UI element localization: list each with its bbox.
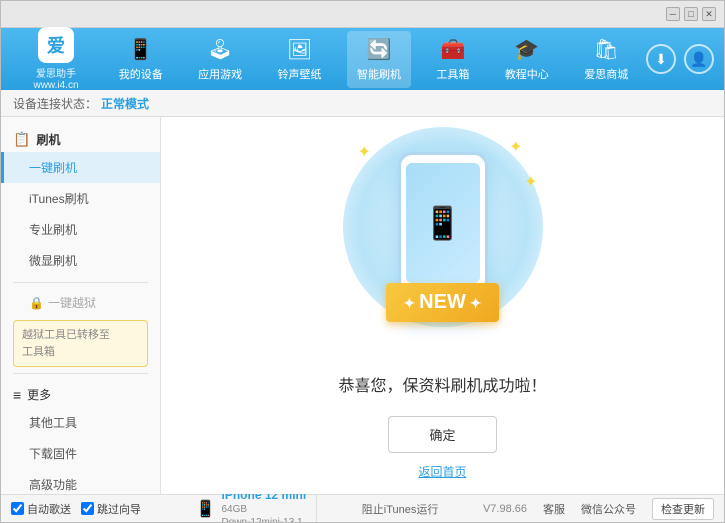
- sidebar-item-onekey[interactable]: 一键刷机: [1, 152, 160, 183]
- user-button[interactable]: 👤: [684, 44, 714, 74]
- minimize-button[interactable]: ─: [666, 7, 680, 21]
- sparkle-3: ✦: [524, 172, 537, 192]
- nav-tutorials[interactable]: 🎓 教程中心: [495, 31, 559, 88]
- bottom-bar: 自动歌送 跳过向导 📱 iPhone 12 mini 64GB Down-12m…: [1, 494, 724, 522]
- bottom-right: V7.98.66 客服 微信公众号 检查更新: [483, 498, 714, 520]
- logo-icon: 爱: [38, 27, 74, 63]
- nav-smartflash[interactable]: 🔄 智能刷机: [347, 31, 411, 88]
- flash-section-label: 刷机: [36, 131, 60, 148]
- sidebar-divider-2: [13, 373, 148, 374]
- success-message: 恭喜您，保资料刷机成功啦！: [338, 372, 546, 396]
- success-illustration: ✦ ✦ ✦ 📱 NEW: [343, 132, 543, 352]
- nav-right: ⬇ 👤: [646, 44, 714, 74]
- maximize-button[interactable]: □: [684, 7, 698, 21]
- nav-wallpaper[interactable]: 🖼 铃声壁纸: [268, 31, 332, 88]
- nav-apps-label: 应用游戏: [198, 66, 242, 82]
- status-label: 设备连接状态：: [13, 95, 97, 112]
- skip-wizard-checkbox[interactable]: 跳过向导: [81, 501, 141, 517]
- skip-wizard-input[interactable]: [81, 502, 94, 515]
- tutorials-icon: 🎓: [514, 37, 539, 62]
- logo: 爱 爱思助手 www.i4.cn: [11, 27, 101, 91]
- skip-wizard-label: 跳过向导: [97, 501, 141, 517]
- wechat-link[interactable]: 微信公众号: [581, 501, 636, 517]
- nav-store-label: 爱思商城: [584, 66, 628, 82]
- status-bar: 设备连接状态： 正常模式: [1, 90, 724, 117]
- nav-smartflash-label: 智能刷机: [357, 66, 401, 82]
- auto-send-label: 自动歌送: [27, 501, 71, 517]
- content-area: ✦ ✦ ✦ 📱 NEW 恭喜您，保资料刷机成功啦！ 确定 返回首页: [161, 117, 724, 494]
- smartflash-icon: 🔄: [367, 37, 392, 62]
- version-text: V7.98.66: [483, 503, 527, 515]
- tools-icon: 🧰: [440, 37, 465, 62]
- title-bar: ─ □ ✕: [1, 1, 724, 28]
- sidebar-section-jailbreak: 🔒 一键越狱: [1, 289, 160, 316]
- nav-wallpaper-label: 铃声壁纸: [278, 66, 322, 82]
- sidebar-item-othertool[interactable]: 其他工具: [1, 407, 160, 438]
- nav-tools-label: 工具箱: [436, 66, 469, 82]
- sidebar: 📋 刷机 一键刷机 iTunes刷机 专业刷机 微显刷机 🔒 一键越狱: [1, 117, 161, 494]
- auto-send-input[interactable]: [11, 502, 24, 515]
- wallpaper-icon: 🖼: [287, 37, 312, 62]
- bottom-status: 阻止iTunes运行: [362, 501, 439, 517]
- device-icon: 📱: [128, 37, 153, 62]
- sidebar-section-more: ≡ 更多: [1, 380, 160, 407]
- auto-send-checkbox[interactable]: 自动歌送: [11, 501, 71, 517]
- main-layout: 📋 刷机 一键刷机 iTunes刷机 专业刷机 微显刷机 🔒 一键越狱: [1, 117, 724, 494]
- sidebar-section-flash: 📋 刷机: [1, 125, 160, 152]
- bottom-left: 自动歌送 跳过向导: [11, 501, 141, 517]
- store-icon: 🛍: [594, 37, 619, 62]
- nav-apps[interactable]: 🕹 应用游戏: [188, 31, 252, 88]
- device-phone-icon: 📱: [196, 499, 216, 519]
- sidebar-item-pro[interactable]: 专业刷机: [1, 214, 160, 245]
- app-container: ─ □ ✕ 爱 爱思助手 www.i4.cn 📱 我的设备 🕹 应用游戏 🖼: [0, 0, 725, 523]
- window-controls: ─ □ ✕: [666, 7, 716, 21]
- sparkle-2: ✦: [509, 137, 522, 157]
- device-storage: 64GB: [222, 503, 307, 516]
- nav-tools[interactable]: 🧰 工具箱: [426, 31, 479, 88]
- itunes-status: 阻止iTunes运行: [362, 501, 439, 517]
- sidebar-item-advanced[interactable]: 高级功能: [1, 469, 160, 494]
- sidebar-item-wechat[interactable]: 微显刷机: [1, 245, 160, 276]
- nav-device-label: 我的设备: [119, 66, 163, 82]
- jailbreak-notice: 越狱工具已转移至工具箱: [13, 320, 148, 367]
- apps-icon: 🕹: [207, 37, 232, 62]
- top-nav: 爱 爱思助手 www.i4.cn 📱 我的设备 🕹 应用游戏 🖼 铃声壁纸 🔄 …: [1, 28, 724, 90]
- logo-line1: 爱思助手: [36, 65, 76, 80]
- sparkle-1: ✦: [358, 142, 371, 162]
- close-button[interactable]: ✕: [702, 7, 716, 21]
- flash-section-icon: 📋: [13, 131, 30, 148]
- new-ribbon: NEW: [386, 283, 500, 322]
- download-button[interactable]: ⬇: [646, 44, 676, 74]
- nav-store[interactable]: 🛍 爱思商城: [574, 31, 638, 88]
- back-link[interactable]: 返回首页: [418, 463, 466, 480]
- nav-tutorials-label: 教程中心: [505, 66, 549, 82]
- nav-device[interactable]: 📱 我的设备: [109, 31, 173, 88]
- phone-screen: 📱: [406, 163, 480, 283]
- sidebar-divider-1: [13, 282, 148, 283]
- status-value: 正常模式: [101, 95, 149, 112]
- confirm-button[interactable]: 确定: [388, 416, 496, 453]
- nav-items: 📱 我的设备 🕹 应用游戏 🖼 铃声壁纸 🔄 智能刷机 🧰 工具箱 🎓: [101, 31, 646, 88]
- sidebar-item-download-fw[interactable]: 下载固件: [1, 438, 160, 469]
- check-update-button[interactable]: 检查更新: [652, 498, 714, 520]
- customer-service-link[interactable]: 客服: [543, 501, 565, 517]
- sidebar-item-itunes[interactable]: iTunes刷机: [1, 183, 160, 214]
- device-model: Down-12mini-13,1: [222, 516, 307, 523]
